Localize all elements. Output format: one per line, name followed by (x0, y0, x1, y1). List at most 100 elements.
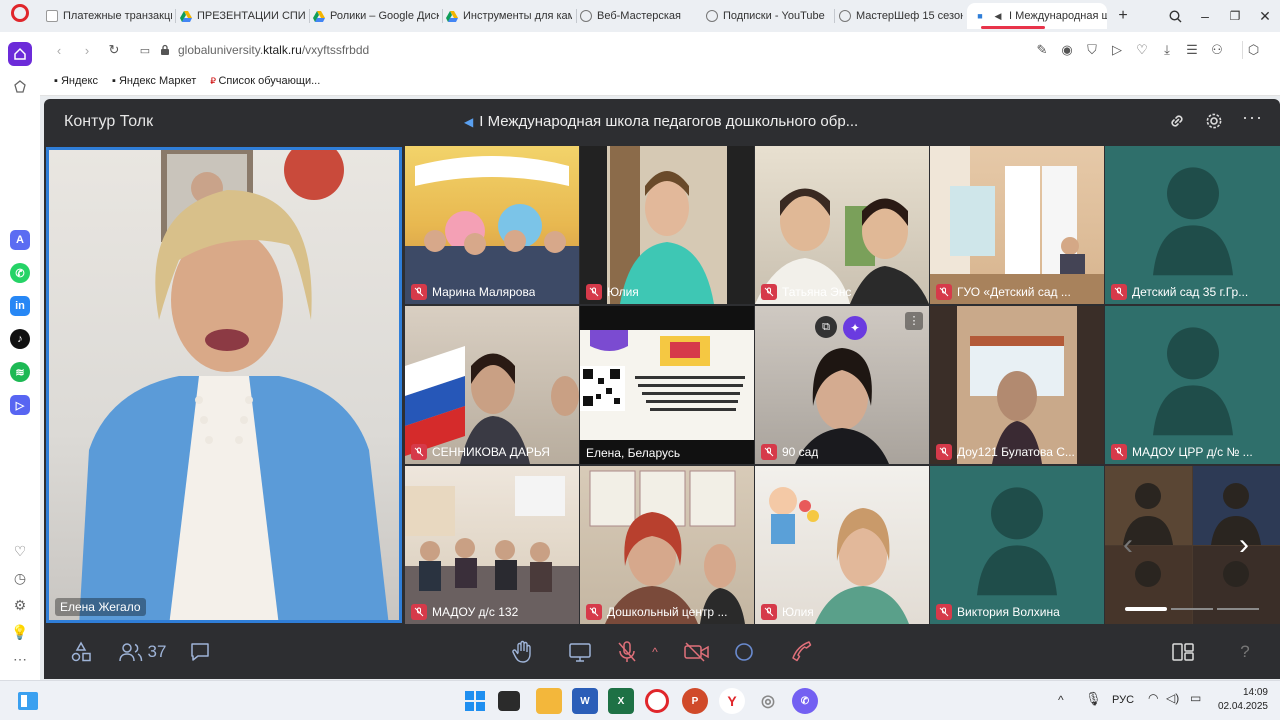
participant-tile-5[interactable]: Детский сад 35 г.Гр... (1105, 146, 1280, 304)
end-call-icon[interactable] (788, 639, 814, 665)
apps-icon[interactable] (68, 639, 94, 665)
volume-icon[interactable]: ◁) (1166, 691, 1179, 705)
participant-tile-12[interactable]: Дошкольный центр ... (580, 466, 754, 624)
spotify-icon[interactable]: ≋ (10, 362, 30, 382)
player-icon[interactable]: ▷ (10, 395, 30, 415)
next-page-icon[interactable]: › (1239, 528, 1249, 562)
participant-tile-14[interactable]: Виктория Волхина (930, 466, 1104, 624)
terminal-icon[interactable] (498, 691, 520, 711)
home-icon[interactable] (8, 42, 32, 66)
history-icon[interactable]: ◷ (11, 569, 29, 587)
participant-tile-9[interactable]: Доу121 Булатова С... (930, 306, 1104, 464)
raise-hand-icon[interactable] (510, 639, 536, 665)
participant-tile-3[interactable]: Татьяна Энс (755, 146, 929, 304)
more-options-icon[interactable]: ··· (1242, 107, 1263, 128)
url-text[interactable]: globaluniversity.ktalk.ru/vxyftssfrbdd (178, 43, 369, 57)
word-icon[interactable]: W (572, 688, 598, 714)
pinboard-icon[interactable] (11, 78, 29, 96)
new-tab-button[interactable]: + (1108, 0, 1138, 32)
file-explorer-icon[interactable] (536, 688, 562, 714)
vk-icon[interactable]: in (10, 296, 30, 316)
screen-share-icon[interactable] (566, 639, 594, 665)
app-icon[interactable]: ◎ (755, 688, 781, 714)
tab-3[interactable]: Ролики – Google Диск (313, 3, 439, 29)
tab-2[interactable]: ПРЕЗЕНТАЦИИ СПИКЕР (180, 3, 306, 29)
more-icon[interactable]: ⋯ (11, 650, 29, 668)
viber-icon[interactable]: ✆ (792, 688, 818, 714)
more-participants-tile[interactable]: ‹ › (1105, 466, 1280, 624)
layout-icon[interactable] (1170, 639, 1196, 665)
extensions-icon[interactable]: ⬡ (1242, 41, 1260, 59)
megaphone-icon: ◀ (464, 114, 474, 129)
tab-active[interactable]: ■ ◀ I Международная шк (967, 3, 1107, 29)
blur-background-icon[interactable] (732, 639, 756, 665)
participant-tile-11[interactable]: МАДОУ д/с 132 (405, 466, 579, 624)
reload-icon[interactable]: ↻ (105, 41, 123, 59)
heart-icon[interactable]: ♡ (11, 542, 29, 560)
chat-icon[interactable] (187, 639, 213, 665)
tray-overflow-icon[interactable]: ^ (1058, 693, 1064, 707)
heart-icon[interactable]: ♡ (1133, 41, 1151, 59)
tab-1[interactable]: Платежные транзакции (46, 3, 172, 29)
help-icon[interactable]: ? (1234, 639, 1256, 665)
opera-taskbar-icon[interactable] (645, 689, 669, 713)
participant-label: Доу121 Булатова С... (936, 444, 1075, 460)
settings-icon[interactable]: ⚙ (11, 596, 29, 614)
play-icon[interactable]: ▷ (1108, 41, 1126, 59)
participants-button[interactable]: 37 (114, 639, 170, 665)
aria-icon[interactable]: A (10, 230, 30, 250)
clock[interactable]: 14:09 02.04.2025 (1212, 686, 1268, 714)
sparkle-icon[interactable]: ✦ (843, 316, 867, 340)
yandex-browser-icon[interactable]: Y (719, 688, 745, 714)
tiktok-icon[interactable]: ♪ (10, 329, 30, 349)
prev-page-icon[interactable]: ‹ (1123, 528, 1133, 562)
shield-icon[interactable]: ⛉ (1083, 41, 1101, 59)
easy-setup-icon[interactable]: ☰ (1183, 41, 1201, 59)
windows-start-icon[interactable] (462, 688, 488, 714)
bookmark-yandex[interactable]: ▪ Яндекс (54, 75, 98, 87)
excel-icon[interactable]: X (608, 688, 634, 714)
battery-icon[interactable]: ▭ (1190, 691, 1201, 705)
edit-page-icon[interactable]: ✎ (1033, 41, 1051, 59)
snapshot-icon[interactable]: ◉ (1058, 41, 1076, 59)
bookmark-yandex-market[interactable]: ▪ Яндекс Маркет (112, 75, 196, 87)
tab-6[interactable]: Подписки - YouTube (706, 3, 832, 29)
participant-tile-6[interactable]: СЕННИКОВА ДАРЬЯ (405, 306, 579, 464)
participant-tile-1[interactable]: Марина Малярова (405, 146, 579, 304)
tab-7[interactable]: МастерШеф 15 сезон 5 (839, 3, 963, 29)
settings-gear-icon[interactable] (1205, 112, 1223, 135)
back-icon[interactable]: ‹ (50, 41, 68, 59)
tips-icon[interactable]: 💡 (11, 623, 29, 641)
link-icon[interactable] (1168, 112, 1186, 135)
tile-menu-icon[interactable]: ⋮ (905, 312, 923, 330)
tab-5[interactable]: Веб-Мастерская (580, 3, 700, 29)
site-info-icon[interactable]: ▭ (136, 41, 154, 59)
language-indicator[interactable]: РУС (1112, 694, 1134, 706)
restore-button[interactable]: ❐ (1220, 0, 1250, 32)
wifi-icon[interactable]: ◠ (1148, 691, 1158, 705)
participant-tile-4[interactable]: ГУО «Детский сад ... (930, 146, 1104, 304)
profile-icon[interactable]: ⚇ (1208, 41, 1226, 59)
forward-icon[interactable]: › (78, 41, 96, 59)
pip-icon[interactable]: ⧉ (815, 316, 837, 338)
opera-logo-icon[interactable] (11, 4, 29, 22)
mic-off-icon[interactable] (614, 639, 640, 665)
participant-tile-8[interactable]: ⧉ ✦ ⋮ 90 сад (755, 306, 929, 464)
tray-mic-icon[interactable]: 🎙 (1085, 691, 1102, 707)
participant-tile-2[interactable]: Юлия (580, 146, 754, 304)
widgets-icon[interactable] (15, 688, 41, 714)
minimize-button[interactable]: – (1190, 0, 1220, 32)
participant-tile-13[interactable]: Юлия (755, 466, 929, 624)
tab-4[interactable]: Инструменты для камп (446, 3, 572, 29)
search-tabs-icon[interactable] (1160, 0, 1190, 32)
camera-off-icon[interactable] (682, 639, 712, 665)
bookmark-students-list[interactable]: ₽ Список обучающи... (210, 75, 320, 87)
chevron-up-icon[interactable]: ^ (648, 639, 662, 665)
whatsapp-icon[interactable]: ✆ (10, 263, 30, 283)
participant-tile-7[interactable]: Елена, Беларусь (580, 306, 754, 464)
powerpoint-icon[interactable]: P (682, 688, 708, 714)
download-icon[interactable]: ⤓ (1158, 41, 1176, 59)
close-button[interactable]: ✕ (1250, 0, 1280, 32)
speaker-tile[interactable]: Елена Жегало (46, 147, 402, 623)
participant-tile-10[interactable]: МАДОУ ЦРР д/с № ... (1105, 306, 1280, 464)
